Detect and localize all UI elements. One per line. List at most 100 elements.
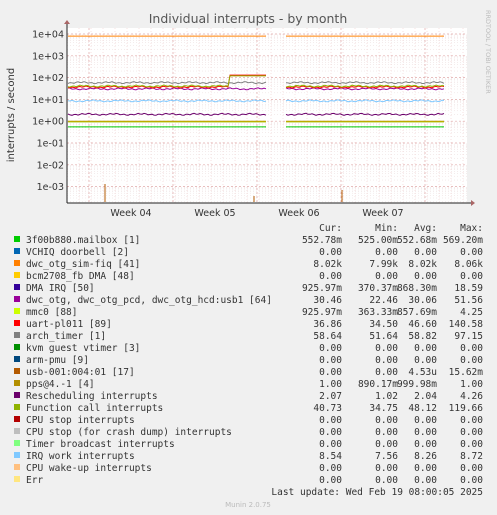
legend-value-avg: 2.04 (414, 391, 437, 402)
legend-value-avg: 0.00 (414, 439, 437, 450)
x-axis-arrow (471, 200, 475, 206)
legend-value-max: 0.00 (460, 427, 483, 438)
legend-value-cur: 0.00 (319, 439, 342, 450)
y-tick-label: 1e+00 (32, 117, 64, 128)
legend-value-min: 0.00 (375, 463, 398, 474)
legend-swatch (14, 260, 20, 266)
legend-swatch (14, 440, 20, 446)
legend-swatch (14, 404, 20, 410)
legend-series-name: pps@4.-1 [4] (26, 379, 95, 390)
legend-swatch (14, 356, 20, 362)
legend-value-min: 370.37m (358, 283, 398, 294)
legend-series-name: dwc_otg_sim-fiq [41] (26, 259, 140, 270)
legend-value-avg: 30.06 (408, 295, 437, 306)
legend-value-min: 51.64 (369, 331, 398, 342)
y-tick-label: 1e-03 (37, 182, 64, 193)
legend-series-name: usb-001:004:01 [17] (26, 367, 135, 378)
legend-value-max: 0.00 (460, 271, 483, 282)
legend-value-min: 0.00 (375, 343, 398, 354)
legend-value-max: 0.00 (460, 355, 483, 366)
legend-series-name: CPU wake-up interrupts (26, 463, 152, 474)
legend-series-name: dwc_otg, dwc_otg_pcd, dwc_otg_hcd:usb1 [… (26, 295, 272, 306)
legend-value-max: 0.00 (460, 439, 483, 450)
y-tick-label: 1e+03 (32, 51, 64, 62)
legend-swatch (14, 284, 20, 290)
legend-swatch (14, 368, 20, 374)
legend-swatch (14, 236, 20, 242)
legend-series-name: arm-pmu [9] (26, 355, 89, 366)
legend-value-avg: 4.53u (408, 367, 437, 378)
legend-series-name: arch_timer [1] (26, 331, 106, 342)
legend-series-name: Err (26, 475, 43, 486)
legend-value-min: 0.00 (375, 271, 398, 282)
legend-value-avg: 0.00 (414, 415, 437, 426)
legend-value-avg: 999.98m (397, 379, 437, 390)
legend-swatch (14, 332, 20, 338)
legend-value-avg: 0.00 (414, 247, 437, 258)
legend-value-avg: 0.00 (414, 343, 437, 354)
legend-value-cur: 0.00 (319, 463, 342, 474)
y-tick-label: 1e-02 (37, 160, 64, 171)
legend-value-min: 22.46 (369, 295, 398, 306)
legend-value-cur: 0.00 (319, 367, 342, 378)
legend-value-cur: 925.97m (302, 283, 342, 294)
legend-swatch (14, 308, 20, 314)
legend-column-header: Avg: (414, 223, 437, 234)
y-tick-label: 1e+02 (32, 73, 64, 84)
legend-value-avg: 58.82 (408, 331, 437, 342)
legend-value-min: 0.00 (375, 475, 398, 486)
legend-value-avg: 8.02k (408, 259, 437, 270)
legend-value-cur: 58.64 (313, 331, 342, 342)
legend-value-avg: 552.68m (397, 235, 437, 246)
legend-swatch (14, 296, 20, 302)
legend-value-cur: 552.78m (302, 235, 342, 246)
y-tick-label: 1e+01 (32, 95, 64, 106)
legend-value-max: 1.00 (460, 379, 483, 390)
legend-value-min: 0.00 (375, 415, 398, 426)
legend-value-avg: 0.00 (414, 475, 437, 486)
legend-value-max: 0.00 (460, 463, 483, 474)
legend-value-min: 0.00 (375, 247, 398, 258)
chart-title: Individual interrupts - by month (149, 11, 348, 26)
legend-series-name: mmc0 [88] (26, 307, 77, 318)
y-tick-label: 1e-01 (37, 139, 64, 150)
legend-value-avg: 868.30m (397, 283, 437, 294)
legend-value-avg: 8.26 (414, 451, 437, 462)
legend-value-avg: 857.69m (397, 307, 437, 318)
x-tick-label: Week 07 (362, 208, 403, 219)
legend-swatch (14, 416, 20, 422)
legend-value-min: 0.00 (375, 355, 398, 366)
legend-value-cur: 1.00 (319, 379, 342, 390)
legend-series-name: CPU stop interrupts (26, 415, 135, 426)
legend-value-min: 1.02 (375, 391, 398, 402)
legend-value-max: 8.72 (460, 451, 483, 462)
legend-value-cur: 8.02k (313, 259, 342, 270)
legend-swatch (14, 464, 20, 470)
legend-swatch (14, 320, 20, 326)
x-tick-label: Week 06 (278, 208, 319, 219)
legend-value-cur: 2.07 (319, 391, 342, 402)
legend-value-min: 0.00 (375, 367, 398, 378)
legend-value-max: 15.62m (449, 367, 484, 378)
legend-value-min: 7.56 (375, 451, 398, 462)
legend-value-min: 0.00 (375, 427, 398, 438)
legend-series-name: kvm guest vtimer [3] (26, 343, 140, 354)
legend-value-cur: 0.00 (319, 427, 342, 438)
legend-swatch (14, 272, 20, 278)
legend-value-avg: 0.00 (414, 427, 437, 438)
legend-value-cur: 0.00 (319, 475, 342, 486)
legend-series-name: Function call interrupts (26, 403, 163, 414)
interrupts-chart: Individual interrupts - by month RRDTOOL… (6, 10, 492, 509)
legend-series-name: IRQ work interrupts (26, 451, 135, 462)
legend-value-max: 0.00 (460, 343, 483, 354)
legend-value-max: 8.06k (454, 259, 483, 270)
legend-swatch (14, 344, 20, 350)
legend-value-cur: 0.00 (319, 271, 342, 282)
legend-value-max: 51.56 (454, 295, 483, 306)
legend-value-avg: 0.00 (414, 463, 437, 474)
legend-value-cur: 0.00 (319, 355, 342, 366)
legend-series-name: bcm2708_fb DMA [48] (26, 271, 135, 282)
legend-series-name: 3f00b880.mailbox [1] (26, 235, 140, 246)
legend-series-name: VCHIQ doorbell [2] (26, 247, 129, 258)
legend-swatch (14, 380, 20, 386)
